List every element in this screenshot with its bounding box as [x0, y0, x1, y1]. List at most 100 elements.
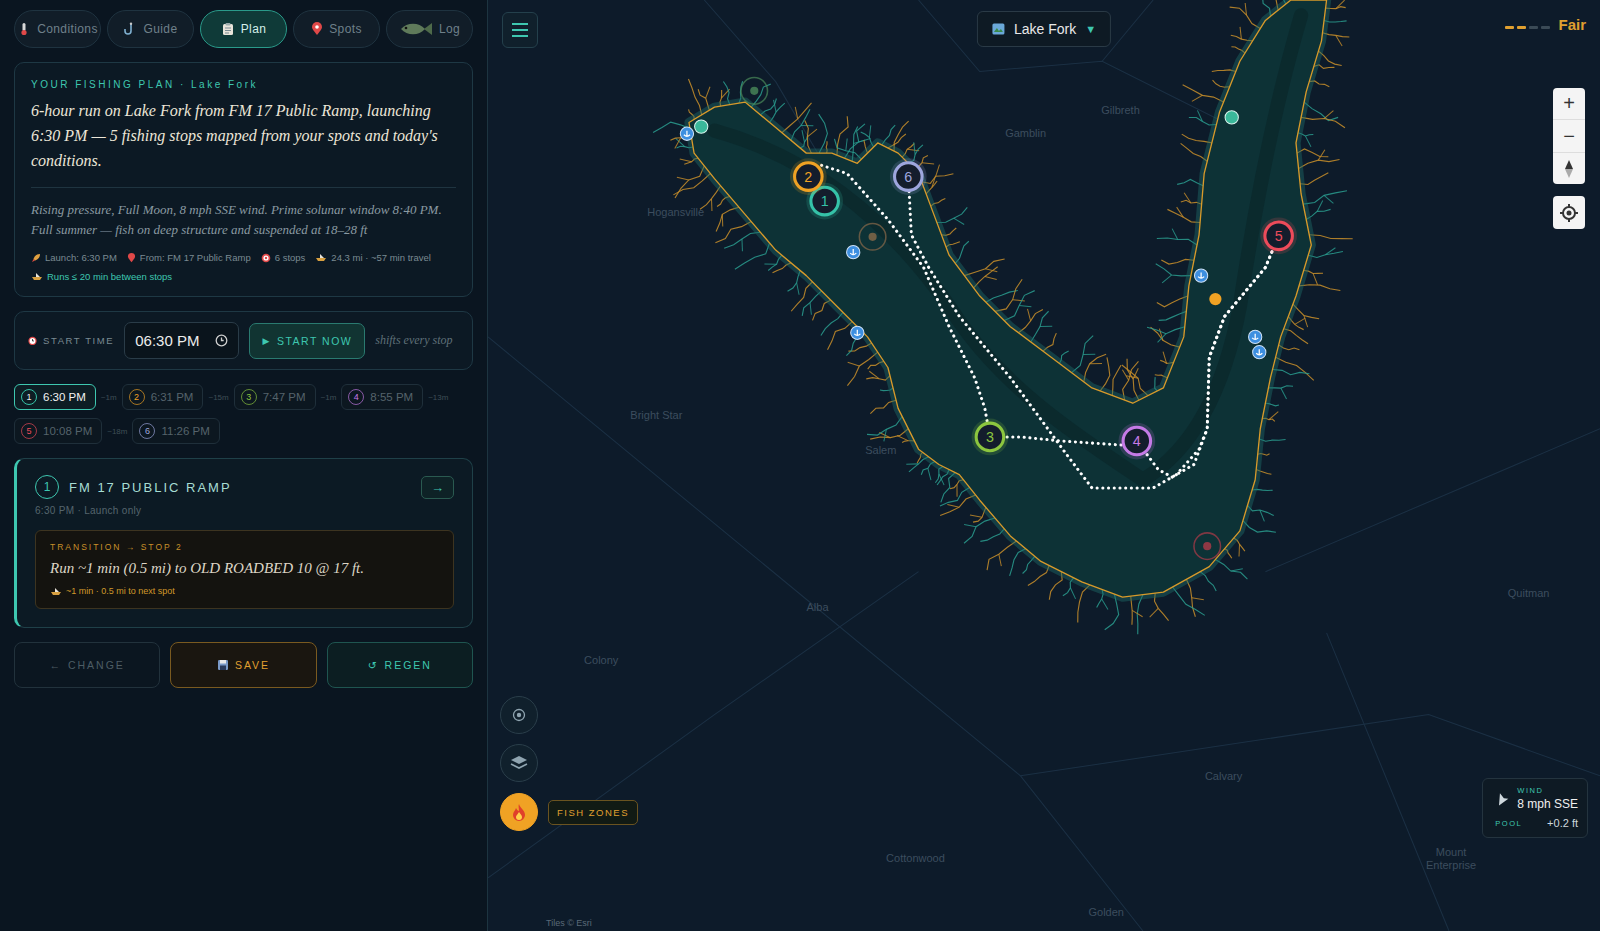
marker-glow — [1260, 217, 1297, 254]
creek — [1260, 510, 1265, 521]
road — [1021, 715, 1600, 776]
creek — [1182, 134, 1212, 143]
boat-icon — [315, 253, 327, 262]
stop-time: 8:55 PM — [370, 391, 413, 403]
stop-marker[interactable]: 2 — [790, 158, 827, 195]
timeline-chip[interactable]: 26:31 PM — [122, 384, 204, 410]
transition-label: TRANSITION → STOP 2 — [50, 542, 439, 552]
next-stop-button[interactable]: → — [421, 476, 454, 499]
timeline-chip[interactable]: 48:55 PM — [341, 384, 423, 410]
tab[interactable]: Plan — [200, 10, 287, 48]
town-label: Colony — [584, 654, 618, 666]
plan-icon — [221, 22, 235, 36]
creek — [764, 263, 776, 264]
creek — [1215, 559, 1247, 579]
tab[interactable]: Conditions — [14, 10, 101, 48]
stop-marker[interactable]: 3 — [972, 419, 1009, 456]
map: 123456GilbrethGamblinHogansvilleBright S… — [488, 0, 1600, 931]
saved-spot-dot — [869, 233, 877, 241]
marker-number: 1 — [821, 193, 829, 209]
creek — [846, 138, 847, 150]
rating-bar — [1529, 26, 1538, 29]
save-button[interactable]: SAVE — [170, 642, 316, 688]
timeline-chip[interactable]: 37:47 PM — [234, 384, 316, 410]
hamburger-icon — [511, 23, 529, 37]
saved-spot-ring — [859, 224, 886, 251]
road — [919, 0, 1225, 123]
time-input[interactable]: 06:30 PM — [124, 322, 239, 359]
creek — [1324, 195, 1333, 203]
anchor-icon — [854, 330, 860, 336]
tab[interactable]: Spots — [293, 10, 380, 48]
creek — [870, 429, 908, 439]
start-now-button[interactable]: ▶START NOW — [249, 323, 365, 359]
target-icon — [512, 708, 526, 722]
creek — [1173, 587, 1205, 615]
recenter-button[interactable] — [500, 696, 538, 734]
marker-glow — [1118, 423, 1155, 460]
creek — [1325, 248, 1335, 255]
town-label: Quitman — [1508, 587, 1550, 599]
layers-button[interactable] — [500, 744, 538, 782]
creek — [711, 199, 712, 211]
route-line — [990, 437, 1137, 446]
fish-zones-button[interactable] — [500, 793, 538, 831]
road — [1327, 633, 1449, 931]
stop-number: 3 — [241, 389, 257, 405]
tab[interactable]: Guide — [107, 10, 194, 48]
creek — [1167, 209, 1200, 222]
creek — [867, 417, 902, 436]
menu-button[interactable] — [502, 12, 538, 48]
creek — [1184, 193, 1191, 203]
anchor-icon — [684, 131, 690, 137]
creek — [954, 218, 964, 224]
start-time-box: START TIME06:30 PM▶START NOWshifts every… — [14, 311, 473, 370]
rocket-icon — [31, 253, 41, 263]
locate-button[interactable] — [1553, 196, 1585, 229]
guide-icon — [123, 22, 137, 36]
timeline-chip[interactable]: 16:30 PM — [14, 384, 96, 410]
creek — [999, 554, 1001, 566]
creek — [974, 267, 998, 288]
marker-ring — [795, 163, 823, 191]
creek — [940, 495, 976, 515]
tab-bar: ConditionsGuidePlanSpotsLog — [14, 10, 473, 48]
map-icon — [992, 23, 1005, 35]
saved-spot-dot — [750, 87, 758, 95]
fish-zones-label: FISH ZONES — [548, 800, 638, 825]
tab[interactable]: Log — [386, 10, 473, 48]
creek — [964, 259, 1004, 276]
creek — [810, 303, 811, 315]
stop-marker[interactable]: 6 — [890, 158, 927, 195]
timeline-chip[interactable]: 510:08 PM — [14, 418, 102, 444]
stop-title: FM 17 PUBLIC RAMP — [69, 480, 411, 495]
stop-marker[interactable]: 5 — [1260, 217, 1297, 254]
timeline-chip[interactable]: 611:26 PM — [132, 418, 219, 444]
zoom-in-button[interactable]: + — [1553, 88, 1585, 120]
lake-selector[interactable]: Lake Fork▼ — [977, 11, 1111, 47]
zoom-out-button[interactable]: − — [1553, 120, 1585, 152]
label-text: START TIME — [43, 335, 114, 346]
compass-button[interactable] — [1553, 152, 1585, 184]
creek — [986, 290, 1018, 302]
anchor-icon — [1252, 334, 1258, 340]
plan-icon — [221, 22, 235, 36]
creek — [1040, 326, 1052, 327]
action-icon: ↺ — [368, 659, 379, 671]
run-gap: ~1m — [321, 393, 337, 402]
creek — [1158, 334, 1167, 343]
runs-text: Runs ≤ 20 min between stops — [47, 271, 172, 282]
regen-button[interactable]: ↺REGEN — [327, 642, 473, 688]
creek — [1192, 95, 1203, 101]
wind-panel: WIND8 mph SSEPOOL+0.2 ft — [1482, 778, 1588, 838]
stop-marker[interactable]: 4 — [1118, 423, 1155, 460]
creek — [1243, 521, 1276, 533]
creek — [1102, 599, 1108, 609]
creek — [964, 524, 976, 526]
lake-shallows — [689, 0, 1327, 597]
creek — [1301, 117, 1345, 127]
pool-value: +0.2 ft — [1547, 817, 1578, 829]
change-button[interactable]: ←CHANGE — [14, 642, 160, 688]
play-icon: ▶ — [262, 336, 270, 346]
rocket-icon — [31, 253, 41, 263]
